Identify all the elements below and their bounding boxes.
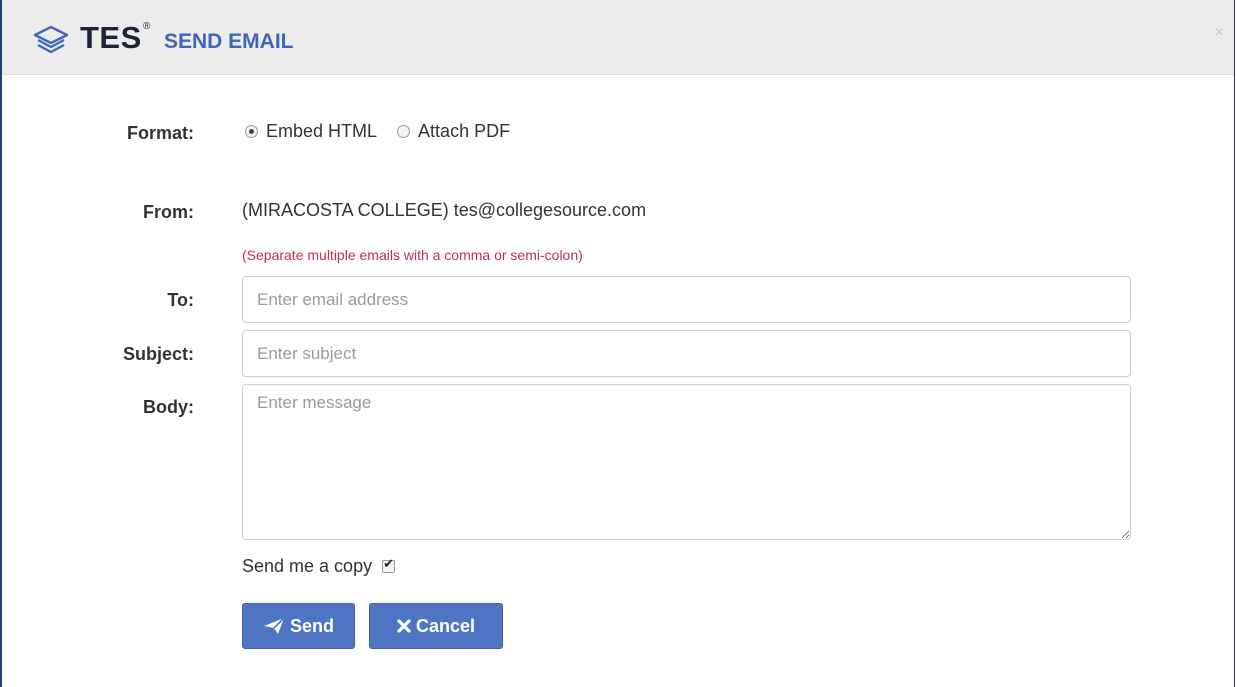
layers-logo-icon: [33, 25, 69, 54]
attach-pdf-radio[interactable]: [397, 125, 411, 138]
modal-title: SEND EMAIL: [164, 30, 294, 53]
subject-input[interactable]: [242, 330, 1131, 377]
cancel-button-label: Cancel: [415, 615, 476, 636]
subject-label: Subject:: [122, 344, 194, 364]
brand-name: TES: [80, 20, 142, 55]
send-copy-label[interactable]: Send me a copy: [242, 556, 372, 577]
close-icon[interactable]: ×: [1215, 24, 1224, 42]
from-label: From:: [143, 202, 194, 222]
modal-header: TES ® SEND EMAIL ×: [2, 0, 1234, 75]
send-button-label: Send: [289, 615, 334, 636]
registered-mark: ®: [143, 21, 151, 32]
send-email-modal: TES ® SEND EMAIL × Format: Embed HTML At…: [0, 0, 1235, 687]
body-textarea[interactable]: [242, 384, 1131, 540]
embed-html-label[interactable]: Embed HTML: [266, 121, 377, 142]
to-email-input[interactable]: [242, 276, 1131, 323]
embed-html-radio[interactable]: [245, 125, 258, 138]
cancel-button[interactable]: Cancel: [369, 603, 503, 649]
checkmark-icon: ✔: [383, 556, 394, 571]
body-label: Body:: [143, 397, 194, 417]
send-copy-row: Send me a copy ✔: [242, 556, 396, 577]
send-copy-checkbox[interactable]: ✔: [382, 556, 396, 573]
format-radio-group: Embed HTML Attach PDF: [245, 121, 530, 142]
close-icon: [397, 619, 411, 633]
send-button[interactable]: Send: [242, 603, 355, 649]
from-value: (MIRACOSTA COLLEGE) tes@collegesource.co…: [242, 200, 647, 220]
to-label: To:: [167, 290, 194, 310]
paper-plane-icon: [263, 617, 285, 635]
email-separator-hint: (Separate multiple emails with a comma o…: [242, 247, 583, 263]
format-label: Format:: [127, 123, 194, 143]
attach-pdf-label[interactable]: Attach PDF: [418, 121, 510, 142]
